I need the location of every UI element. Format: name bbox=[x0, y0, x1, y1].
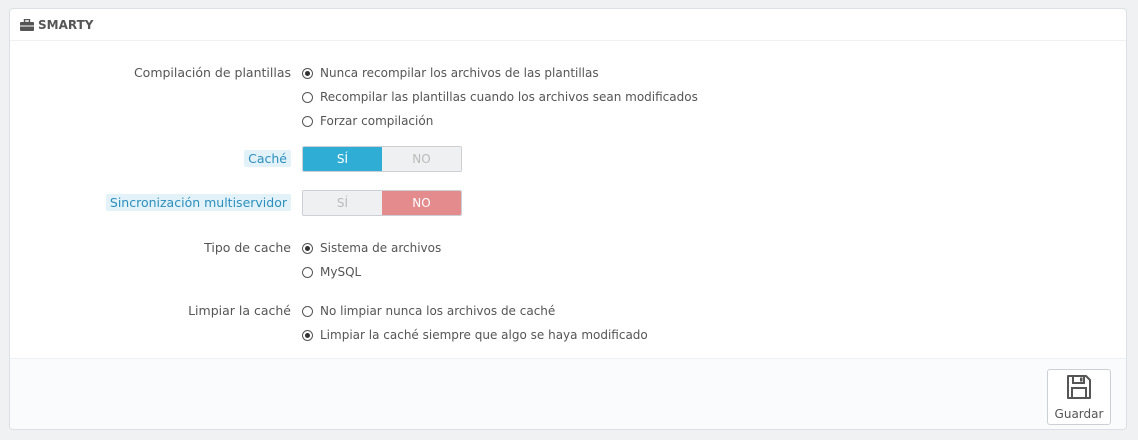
save-button[interactable]: Guardar bbox=[1047, 369, 1111, 425]
multiserver-sync-switch[interactable]: SÍ NO bbox=[302, 190, 462, 216]
radio-option-filesystem[interactable]: Sistema de archivos bbox=[302, 238, 441, 258]
panel-title: SMARTY bbox=[38, 17, 94, 32]
radio-checked-icon[interactable] bbox=[302, 67, 313, 79]
radio-unchecked-icon[interactable] bbox=[302, 115, 313, 127]
cache-switch[interactable]: SÍ NO bbox=[302, 146, 462, 172]
cache-yes-option[interactable]: SÍ bbox=[303, 147, 382, 171]
smarty-panel: SMARTY Compilación de plantillas Nunca r… bbox=[9, 8, 1127, 430]
radio-option-force-compile[interactable]: Forzar compilación bbox=[302, 111, 433, 131]
panel-footer: Guardar bbox=[10, 358, 1126, 429]
floppy-disk-icon bbox=[1066, 374, 1092, 407]
radio-label: Recompilar las plantillas cuando los arc… bbox=[320, 90, 698, 104]
radio-option-recompile-modified[interactable]: Recompilar las plantillas cuando los arc… bbox=[302, 87, 698, 107]
radio-label: No limpiar nunca los archivos de caché bbox=[320, 304, 556, 318]
radio-unchecked-icon[interactable] bbox=[302, 91, 313, 103]
radio-option-always-clear[interactable]: Limpiar la caché siempre que algo se hay… bbox=[302, 325, 648, 345]
multiserver-sync-label: Sincronización multiservidor bbox=[105, 194, 291, 211]
radio-label: Sistema de archivos bbox=[320, 241, 442, 255]
multiserver-sync-yes-option[interactable]: SÍ bbox=[303, 191, 382, 215]
radio-option-never-clear[interactable]: No limpiar nunca los archivos de caché bbox=[302, 301, 555, 321]
radio-label: Forzar compilación bbox=[320, 114, 434, 128]
briefcase-icon bbox=[20, 18, 36, 31]
radio-checked-icon[interactable] bbox=[302, 242, 313, 254]
radio-checked-icon[interactable] bbox=[302, 329, 313, 341]
panel-heading: SMARTY bbox=[10, 9, 1126, 41]
radio-option-never-recompile[interactable]: Nunca recompilar los archivos de las pla… bbox=[302, 63, 599, 83]
cache-type-label: Tipo de cache bbox=[204, 240, 291, 255]
template-compilation-label: Compilación de plantillas bbox=[133, 65, 291, 80]
clear-cache-label: Limpiar la caché bbox=[188, 303, 291, 318]
save-button-label: Guardar bbox=[1054, 406, 1104, 421]
multiserver-sync-no-option[interactable]: NO bbox=[382, 191, 461, 215]
radio-label: Nunca recompilar los archivos de las pla… bbox=[320, 66, 599, 80]
cache-label: Caché bbox=[244, 150, 291, 167]
radio-unchecked-icon[interactable] bbox=[302, 266, 313, 278]
radio-unchecked-icon[interactable] bbox=[302, 305, 313, 317]
radio-label: Limpiar la caché siempre que algo se hay… bbox=[320, 328, 648, 342]
radio-option-mysql[interactable]: MySQL bbox=[302, 262, 361, 282]
cache-no-option[interactable]: NO bbox=[382, 147, 461, 171]
radio-label: MySQL bbox=[320, 265, 362, 279]
